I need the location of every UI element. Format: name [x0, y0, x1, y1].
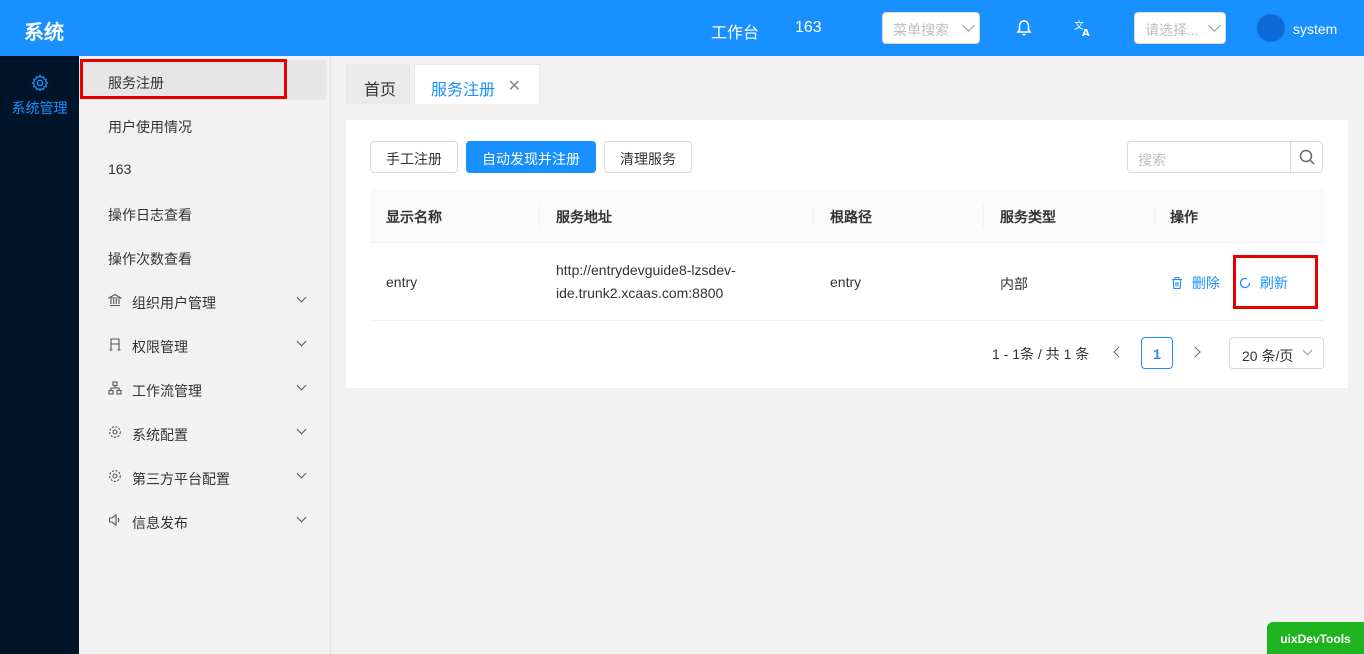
sidebar-item-label: 权限管理	[132, 339, 188, 355]
sidebar-item-label: 163	[108, 161, 132, 177]
column-header: 根路径	[830, 209, 872, 225]
auto-register-button[interactable]: 自动发现并注册	[466, 141, 596, 173]
service-card: 手工注册 自动发现并注册 清理服务 搜索 显示名称 服务地址 根路径 服务类型 …	[346, 120, 1348, 388]
manual-register-button[interactable]: 手工注册	[370, 141, 458, 173]
avatar[interactable]	[1257, 14, 1285, 42]
chevron-down-icon	[1208, 19, 1221, 32]
sidebar-item-163[interactable]: 163	[79, 148, 326, 188]
chevron-down-icon	[296, 292, 307, 303]
username[interactable]: system	[1293, 21, 1337, 37]
highlight-box	[80, 59, 287, 99]
top-header: 系统 工作台 163 菜单搜索 文 A 请选择... system	[0, 0, 1364, 56]
page-size-label: 20 条/页	[1242, 348, 1294, 364]
tab-label: 首页	[364, 82, 397, 99]
sidebar-item-third-party-config[interactable]: 第三方平台配置	[79, 456, 326, 496]
tab-label: 服务注册	[431, 82, 496, 99]
sidebar-item-label: 操作次数查看	[108, 251, 192, 267]
chevron-down-icon	[296, 424, 307, 435]
bell-icon[interactable]	[1014, 18, 1034, 38]
chevron-down-icon	[296, 336, 307, 347]
search-button[interactable]	[1290, 142, 1322, 172]
column-header: 服务地址	[556, 209, 612, 225]
sidebar-item-workflow[interactable]: 工作流管理	[79, 368, 326, 408]
page-size-select[interactable]: 20 条/页	[1229, 337, 1324, 369]
cell-service-type: 内部	[1000, 276, 1028, 292]
sound-icon	[108, 513, 120, 527]
chevron-down-icon	[296, 512, 307, 523]
menu-search-placeholder: 菜单搜索	[893, 22, 949, 38]
column-divider	[1154, 205, 1155, 227]
close-icon[interactable]: ✕	[508, 76, 521, 96]
column-header: 服务类型	[1000, 209, 1056, 225]
sidebar-item-label: 第三方平台配置	[132, 471, 230, 487]
devtools-button[interactable]: uixDevTools	[1267, 622, 1364, 654]
sidebar-item-label: 组织用户管理	[132, 295, 216, 311]
permission-icon	[109, 338, 121, 351]
svg-text:A: A	[1082, 28, 1090, 38]
column-header: 操作	[1170, 209, 1198, 225]
column-divider	[813, 205, 814, 227]
workbench-link[interactable]: 工作台	[711, 19, 759, 43]
clean-services-button[interactable]: 清理服务	[604, 141, 692, 173]
gear-icon	[109, 470, 121, 482]
chevron-down-icon	[296, 380, 307, 391]
header-select[interactable]: 请选择...	[1134, 12, 1226, 44]
app-title: 系统	[24, 22, 64, 44]
sidebar-item-permissions[interactable]: 权限管理	[79, 324, 326, 364]
search-icon	[1299, 149, 1315, 165]
next-page-icon[interactable]	[1189, 346, 1201, 358]
search-input[interactable]: 搜索	[1127, 141, 1323, 173]
sidebar-item-label: 信息发布	[132, 515, 188, 531]
bank-icon	[108, 293, 122, 307]
sidebar: 服务注册 用户使用情况 163 操作日志查看 操作次数查看 组织用户管理 权限管…	[79, 56, 331, 654]
workflow-icon	[108, 381, 122, 395]
tab-home[interactable]: 首页	[346, 64, 410, 104]
cell-service-address-line1: http://entrydevguide8-lzsdev-	[556, 262, 736, 278]
chevron-down-icon	[296, 468, 307, 479]
tab-service-registry[interactable]: 服务注册 ✕	[414, 64, 540, 104]
sidebar-item-label: 系统配置	[132, 427, 188, 443]
column-divider	[983, 205, 984, 227]
translate-icon[interactable]: 文 A	[1073, 18, 1093, 38]
sidebar-item-label: 工作流管理	[132, 383, 202, 399]
sidebar-item-system-config[interactable]: 系统配置	[79, 412, 326, 452]
gear-icon	[109, 426, 121, 438]
page-number-current[interactable]: 1	[1141, 337, 1173, 369]
chevron-down-icon	[962, 19, 975, 32]
menu-search-select[interactable]: 菜单搜索	[882, 12, 980, 44]
table-header: 显示名称 服务地址 根路径 服务类型 操作	[370, 189, 1324, 243]
cell-display-name: entry	[386, 274, 418, 290]
rail-item-system-management[interactable]: 系统管理	[0, 74, 79, 118]
gear-icon	[30, 74, 49, 92]
sidebar-item-label: 用户使用情况	[108, 119, 192, 135]
search-placeholder: 搜索	[1138, 152, 1166, 168]
pagination-total: 1 - 1条 / 共 1 条	[992, 346, 1090, 362]
sidebar-item-org-users[interactable]: 组织用户管理	[79, 280, 326, 320]
sidebar-item-announcements[interactable]: 信息发布	[79, 500, 326, 540]
cell-root-path: entry	[830, 274, 862, 290]
column-header: 显示名称	[386, 209, 442, 225]
column-divider	[539, 205, 540, 227]
highlight-box	[1233, 255, 1318, 309]
cell-service-address-line2: ide.trunk2.xcaas.com:8800	[556, 285, 724, 301]
prev-page-icon[interactable]	[1113, 346, 1125, 358]
sidebar-item-user-usage[interactable]: 用户使用情况	[79, 104, 326, 144]
sidebar-item-operation-log[interactable]: 操作日志查看	[79, 192, 326, 232]
delete-label: 删除	[1191, 275, 1220, 291]
sidebar-item-label: 操作日志查看	[108, 207, 192, 223]
header-count-link[interactable]: 163	[795, 19, 822, 37]
chevron-down-icon	[1302, 345, 1313, 356]
delete-icon	[1172, 276, 1182, 290]
module-rail: 系统管理	[0, 56, 79, 654]
sidebar-item-operation-count[interactable]: 操作次数查看	[79, 236, 326, 276]
table-row: entry http://entrydevguide8-lzsdev- ide.…	[370, 243, 1324, 321]
header-select-placeholder: 请选择...	[1145, 22, 1199, 38]
delete-button[interactable]: 删除	[1170, 273, 1220, 293]
rail-item-label: 系统管理	[11, 100, 68, 116]
